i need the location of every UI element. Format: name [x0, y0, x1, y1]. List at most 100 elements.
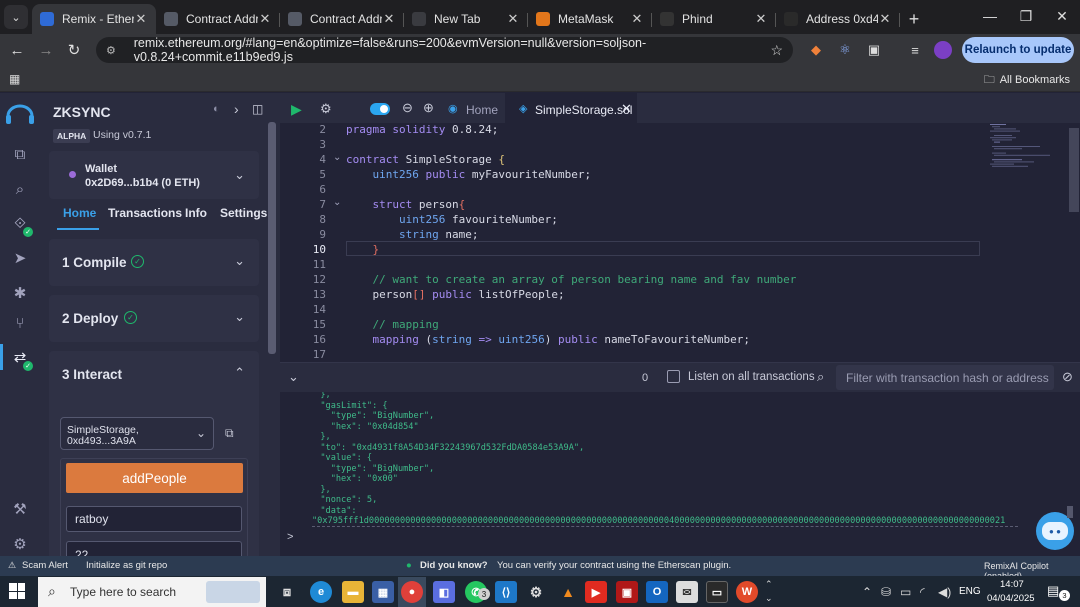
editor-minimap[interactable] — [984, 123, 1070, 173]
bookmark-star-icon[interactable]: ☆ — [770, 42, 783, 59]
taskbar-scroll-icon[interactable]: ⌃ ⌄ — [765, 577, 773, 605]
edge-icon[interactable]: e — [310, 581, 332, 603]
mail-icon[interactable]: ✉ — [676, 581, 698, 603]
chrome-icon[interactable]: ● — [401, 581, 423, 603]
profile-avatar[interactable] — [934, 41, 952, 59]
panel-nav-settings[interactable]: Settings — [220, 206, 267, 220]
minimize-icon[interactable]: — — [972, 0, 1008, 32]
clear-console-icon[interactable]: ⊘ — [1062, 369, 1073, 385]
tx-filter-input[interactable]: Filter with transaction hash or address — [836, 365, 1054, 390]
terminal-prompt[interactable]: > — [287, 531, 293, 543]
panel-nav-transactions[interactable]: Transactions — [108, 206, 182, 220]
tab-close-icon[interactable]: ✕ — [754, 11, 768, 27]
new-tab-button[interactable]: + — [900, 4, 928, 34]
tab-close-icon[interactable]: ✕ — [506, 11, 520, 27]
panel-nav-info[interactable]: Info — [185, 206, 207, 220]
search-icon[interactable]: ⌕ — [10, 179, 30, 199]
volume-icon[interactable]: ◀) — [938, 585, 951, 599]
browser-tab[interactable]: Phind ✕ — [652, 4, 776, 34]
debugger-icon[interactable]: ✱ — [10, 283, 30, 303]
browser-tab[interactable]: Contract Address✕ — [156, 4, 280, 34]
collapse-terminal-icon[interactable]: ⌄ — [288, 369, 299, 385]
media-control-icon[interactable]: ≡ — [906, 41, 924, 59]
code-line[interactable]: contract SimpleStorage { — [346, 153, 505, 166]
file-tab[interactable]: ◈ SimpleStorage.sol ✕ — [505, 93, 637, 123]
terminal-scrollbar[interactable] — [1067, 506, 1073, 518]
apps-grid-icon[interactable]: ▦ — [9, 72, 20, 86]
contract-select[interactable]: SimpleStorage, 0xd493...3A9A ⌄ — [60, 417, 214, 450]
code-line[interactable]: mapping (string => uint256) public nameT… — [346, 333, 751, 346]
terminal-icon[interactable]: ▭ — [706, 581, 728, 603]
git-init[interactable]: Initialize as git repo — [86, 560, 167, 571]
compile-card[interactable]: 1 Compile ✓ ⌄ — [49, 239, 259, 286]
git-icon[interactable]: ⑂ — [10, 313, 30, 333]
deploy-run-icon[interactable]: ➤ — [10, 248, 30, 268]
remix-logo-icon[interactable] — [4, 100, 36, 130]
copy-icon[interactable]: ⧉ — [225, 426, 234, 441]
app-red-icon[interactable]: ▣ — [616, 581, 638, 603]
toggle-panel-icon[interactable]: ◫ — [252, 102, 263, 116]
usb-icon[interactable]: ⛁ — [881, 585, 891, 599]
battery-icon[interactable]: ▭ — [900, 585, 911, 599]
code-line[interactable]: // mapping — [346, 318, 439, 331]
taskbar-search[interactable]: ⌕ Type here to search — [38, 577, 266, 607]
file-explorer-icon[interactable]: ▬ — [342, 581, 364, 603]
metamask-extension-icon[interactable]: ◆ — [807, 41, 825, 59]
pin-icon[interactable]: ◐ — [213, 103, 220, 115]
run-play-icon[interactable]: ▶ — [291, 101, 302, 118]
editor-scrollbar[interactable] — [1069, 128, 1079, 212]
zoom-in-icon[interactable]: ⊕ — [423, 100, 434, 116]
close-tab-icon[interactable]: ✕ — [621, 101, 632, 117]
extensions-puzzle-icon[interactable]: ▣ — [865, 41, 883, 59]
language-indicator[interactable]: ENG — [959, 586, 981, 597]
settings-icon[interactable]: ⚙ — [525, 581, 547, 603]
chevron-up-icon[interactable]: ⌃ — [234, 365, 245, 381]
task-view-icon[interactable]: ⧈ — [276, 581, 298, 603]
store-icon[interactable]: ▦ — [372, 581, 394, 603]
browser-tab[interactable]: MetaMask ✕ — [528, 4, 652, 34]
code-line[interactable]: uint256 public myFavouriteNumber; — [346, 168, 592, 181]
scam-alert[interactable]: Scam Alert — [22, 560, 68, 571]
browser-tab[interactable]: New Tab ✕ — [404, 4, 528, 34]
home-tab[interactable]: Home — [466, 103, 498, 117]
terminal-output[interactable]: }, "gasLimit": { "type": "BigNumber", "h… — [280, 392, 1080, 556]
fold-chevron-icon[interactable]: ⌄ — [333, 197, 341, 208]
browser-tab[interactable]: Remix - Ethereum✕ — [32, 4, 156, 34]
code-line[interactable]: uint256 favouriteNumber; — [346, 213, 558, 226]
side-panel-scrollbar[interactable] — [268, 122, 276, 354]
vlc-icon[interactable]: ▲ — [557, 581, 579, 603]
settings-gear-icon[interactable]: ⚙ — [10, 534, 30, 554]
autocompile-toggle[interactable] — [370, 103, 390, 115]
show-hidden-icons[interactable]: ⌃ — [862, 585, 872, 599]
all-bookmarks[interactable]: 🗀 All Bookmarks — [984, 71, 1070, 90]
wifi-icon[interactable]: ◜ — [920, 585, 925, 599]
tab-close-icon[interactable]: ✕ — [630, 11, 644, 27]
code-line[interactable]: string name; — [346, 228, 479, 241]
tab-close-icon[interactable]: ✕ — [878, 11, 892, 27]
code-line[interactable]: pragma solidity 0.8.24; — [346, 123, 498, 136]
outlook-icon[interactable]: O — [646, 581, 668, 603]
name-input[interactable]: ratboy — [66, 506, 242, 532]
gear-icon[interactable]: ⚙ — [320, 101, 332, 117]
code-line[interactable]: struct person{ — [346, 198, 466, 211]
tab-close-icon[interactable]: ✕ — [382, 11, 396, 27]
tab-search-icon[interactable]: ⌄ — [4, 5, 28, 29]
clock-date[interactable]: 04/04/2025 — [987, 593, 1035, 604]
react-extension-icon[interactable]: ⚛ — [836, 41, 854, 59]
address-bar[interactable]: ⚙ remix.ethereum.org/#lang=en&optimize=f… — [96, 36, 793, 64]
chevron-right-icon[interactable]: › — [234, 101, 239, 117]
forward-arrow-icon[interactable]: → — [36, 40, 56, 60]
tab-close-icon[interactable]: ✕ — [258, 11, 272, 27]
listen-checkbox[interactable] — [667, 370, 680, 383]
file-explorer-icon[interactable]: ⧉ — [10, 144, 30, 164]
code-line[interactable]: person[] public listOfPeople; — [346, 288, 564, 301]
clock-time[interactable]: 14:07 — [1000, 579, 1024, 590]
zoom-out-icon[interactable]: ⊖ — [402, 100, 413, 116]
browser-tab[interactable]: Address 0xd493✕ — [776, 4, 900, 34]
back-arrow-icon[interactable]: ← — [7, 40, 27, 60]
app-icon[interactable]: ◧ — [433, 581, 455, 603]
wps-icon[interactable]: W — [736, 581, 758, 603]
notifications-icon[interactable]: ▤ — [1047, 583, 1059, 599]
relaunch-button[interactable]: Relaunch to update — [962, 37, 1074, 63]
tab-close-icon[interactable]: ✕ — [134, 11, 148, 27]
